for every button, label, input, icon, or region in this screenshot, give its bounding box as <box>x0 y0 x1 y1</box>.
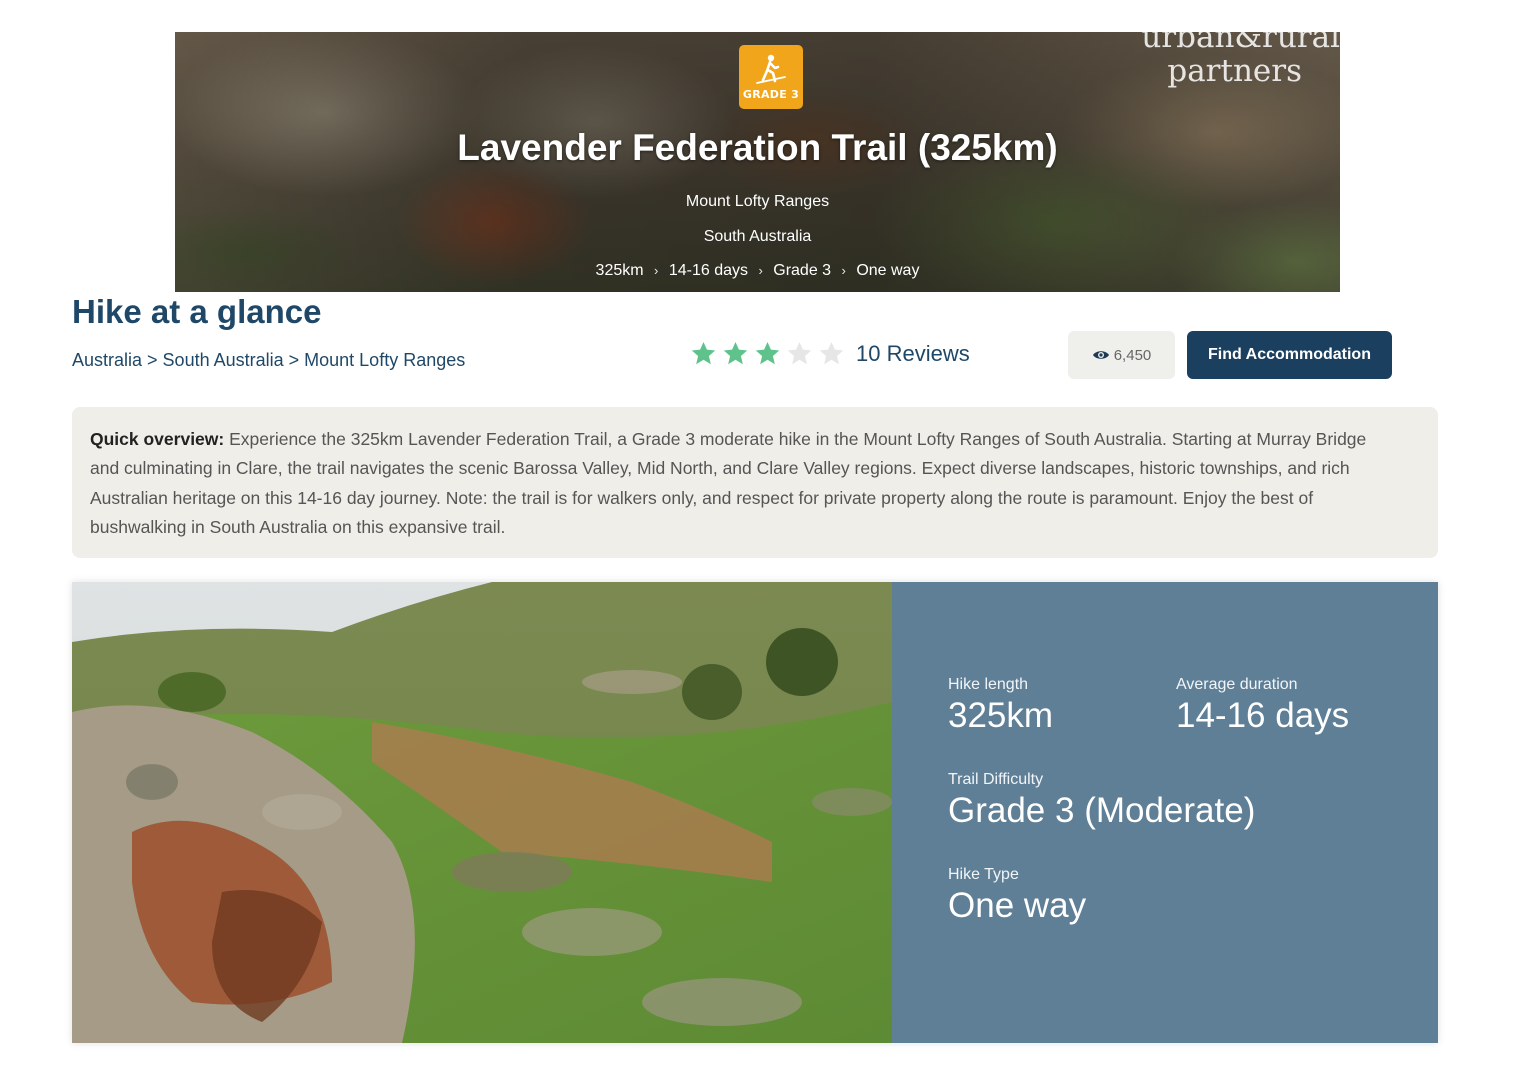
stat-value: 325km <box>948 696 1054 735</box>
section-title: Hike at a glance <box>72 293 322 330</box>
overview-text: Experience the 325km Lavender Federation… <box>90 429 1367 537</box>
breadcrumb-region[interactable]: Mount Lofty Ranges <box>304 350 465 370</box>
breadcrumb-state[interactable]: South Australia <box>163 350 284 370</box>
stat-label: Average duration <box>1176 676 1298 693</box>
star-filled-icon <box>755 342 780 365</box>
hike-stats-panel: Hike length 325km Average duration 14-16… <box>892 582 1438 1043</box>
quick-overview: Quick overview: Experience the 325km Lav… <box>72 407 1438 558</box>
stat-trail-difficulty: Trail Difficulty Grade 3 (Moderate) <box>948 771 1255 831</box>
hero-state: South Australia <box>703 228 812 245</box>
watermark-line1: urban&rural <box>1141 32 1340 55</box>
reviews-link[interactable]: 10 Reviews <box>856 341 970 367</box>
grade-badge-label: GRADE 3 <box>742 88 800 101</box>
trail-title: Lavender Federation Trail (325km) <box>457 127 1058 168</box>
find-accommodation-button[interactable]: Find Accommodation <box>1187 331 1392 379</box>
stat-value: Grade 3 (Moderate) <box>948 791 1256 830</box>
stat-label: Hike length <box>948 676 1029 693</box>
trail-photo <box>72 582 892 1043</box>
grade-badge: GRADE 3 <box>739 45 803 109</box>
star-empty-icon <box>819 342 844 365</box>
fact-type: One way <box>856 262 920 279</box>
stat-value: One way <box>948 886 1087 925</box>
fact-length: 325km <box>595 262 644 279</box>
hiker-icon <box>756 54 786 84</box>
stat-hike-length: Hike length 325km <box>948 676 1053 736</box>
views-count: 6,450 <box>1113 346 1152 364</box>
hike-details-card: Hike length 325km Average duration 14-16… <box>72 582 1438 1043</box>
stars-container <box>690 340 850 367</box>
stat-hike-type: Hike Type One way <box>948 866 1086 926</box>
star-rating: 10 Reviews <box>690 340 970 367</box>
fact-grade: Grade 3 <box>773 262 832 279</box>
star-empty-icon <box>787 342 812 365</box>
star-filled-icon <box>691 342 716 365</box>
fact-duration: 14-16 days <box>668 262 748 279</box>
breadcrumb-separator: > <box>288 350 300 370</box>
chevron-right-icon: › <box>654 263 659 278</box>
chevron-right-icon: › <box>758 263 763 278</box>
watermark-logo: urban&rural partners <box>1141 32 1340 88</box>
overview-label: Quick overview: <box>90 429 225 449</box>
stat-value: 14-16 days <box>1176 696 1350 735</box>
hero-region: Mount Lofty Ranges <box>685 193 830 210</box>
watermark-line2: partners <box>1167 53 1302 89</box>
stat-label: Hike Type <box>948 866 1019 883</box>
stat-label: Trail Difficulty <box>948 771 1044 788</box>
star-filled-icon <box>723 342 748 365</box>
eye-icon <box>1092 351 1109 359</box>
breadcrumb-separator: > <box>147 350 158 370</box>
hero-facts: 325km › 14-16 days › Grade 3 › One way <box>175 262 1340 280</box>
chevron-right-icon: › <box>841 263 846 278</box>
trail-photo-image <box>72 582 892 1043</box>
views-counter: 6,450 <box>1068 331 1175 379</box>
breadcrumb: Australia > South Australia > Mount Lofty Ra… <box>72 350 465 371</box>
breadcrumb-country[interactable]: Australia <box>72 350 142 370</box>
hero-banner: GRADE 3 Lavender Federation Trail (325km… <box>175 32 1340 292</box>
stat-average-duration: Average duration 14-16 days <box>1176 676 1349 736</box>
